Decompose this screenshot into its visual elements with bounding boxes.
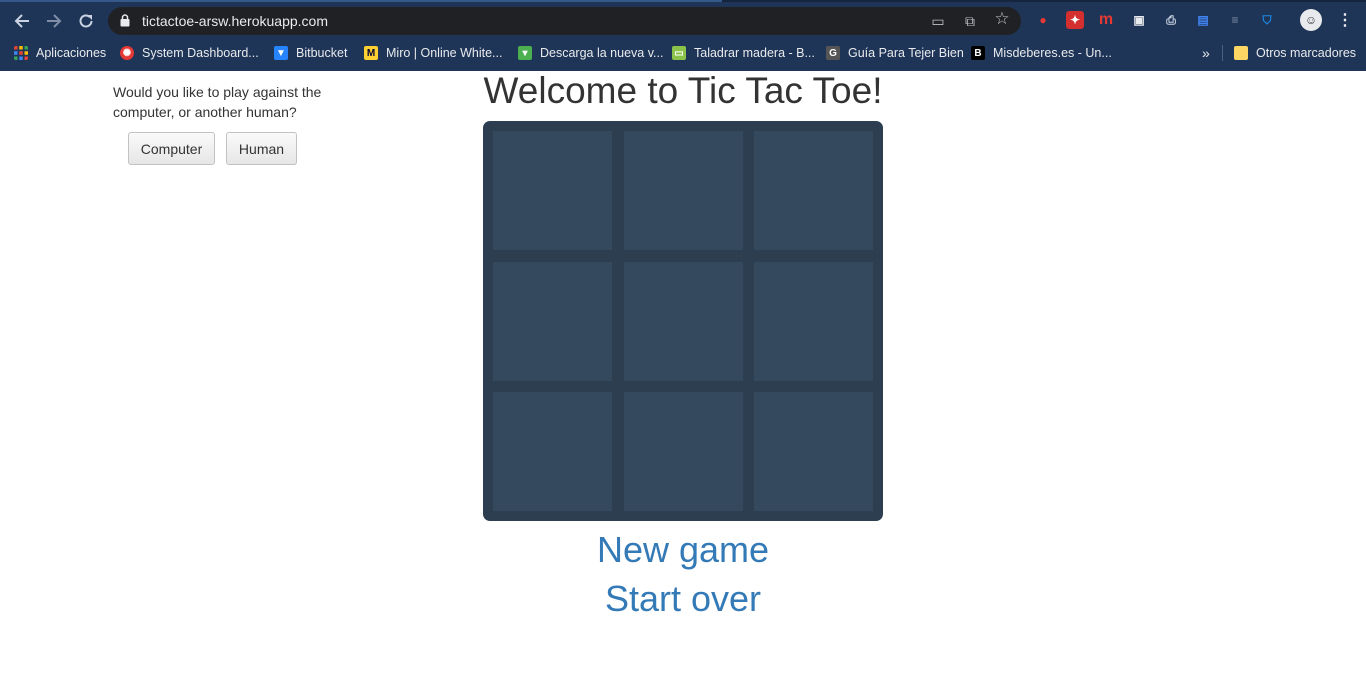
game-board	[483, 121, 883, 521]
profile-avatar[interactable]: ☺	[1300, 9, 1322, 31]
forward-button[interactable]	[42, 9, 66, 33]
board-cell-7[interactable]	[493, 392, 612, 511]
b-icon: B	[971, 46, 985, 60]
doc-extension-icon[interactable]: ▤	[1194, 11, 1212, 29]
bookmarks-bar: Aplicaciones ✺ System Dashboard... ▼ Bit…	[0, 41, 1366, 65]
shield-extension-icon[interactable]: ⛉	[1258, 11, 1276, 29]
bookmark-bitbucket[interactable]: ▼ Bitbucket	[274, 44, 347, 62]
address-bar[interactable]: tictactoe-arsw.herokuapp.com ▭ ⧉ ☆	[108, 7, 1021, 35]
bookmark-label: Misdeberes.es - Un...	[993, 46, 1112, 60]
bookmark-label: Miro | Online White...	[386, 46, 503, 60]
menu-extension-icon[interactable]: ≡	[1226, 11, 1244, 29]
bookmark-label: System Dashboard...	[142, 46, 259, 60]
apps-grid-icon	[14, 46, 28, 60]
reload-button[interactable]	[74, 9, 98, 33]
bookmark-label: Descarga la nueva v...	[540, 46, 664, 60]
pin-extension-icon[interactable]: ✦	[1066, 11, 1084, 29]
bookmark-label: Aplicaciones	[36, 46, 107, 60]
board-cell-6[interactable]	[754, 262, 873, 381]
human-button[interactable]: Human	[226, 132, 297, 165]
bookmark-descarga[interactable]: ▾ Descarga la nueva v...	[518, 44, 663, 62]
lock-icon	[120, 14, 130, 27]
printer-extension-icon[interactable]: ⎙	[1162, 11, 1180, 29]
forward-arrow-icon	[47, 14, 62, 28]
start-over-link[interactable]: Start over	[0, 578, 1366, 620]
board-cell-3[interactable]	[754, 131, 873, 250]
bookmark-taladrar[interactable]: ▭ Taladrar madera - B...	[672, 44, 815, 62]
board-cell-9[interactable]	[754, 392, 873, 511]
download-icon: ▾	[518, 46, 532, 60]
adblock-extension-icon[interactable]: ●	[1034, 11, 1052, 29]
bookmark-label: Otros marcadores	[1256, 46, 1357, 60]
tv-icon: ▭	[672, 46, 686, 60]
cast-icon[interactable]: ▭	[930, 13, 946, 29]
bookmark-guia[interactable]: G Guía Para Tejer Bien	[826, 44, 964, 62]
bookmark-apps[interactable]: Aplicaciones	[14, 44, 106, 62]
miro-icon: M	[364, 46, 378, 60]
folder-icon	[1234, 46, 1248, 60]
board-cell-5[interactable]	[624, 262, 743, 381]
url-text: tictactoe-arsw.herokuapp.com	[142, 13, 328, 29]
bookmark-label: Taladrar madera - B...	[694, 46, 815, 60]
bookmark-other[interactable]: Otros marcadores	[1234, 44, 1356, 62]
browser-chrome: tictactoe-arsw.herokuapp.com ▭ ⧉ ☆ ● ✦ m…	[0, 0, 1366, 71]
dashboard-icon: ✺	[120, 46, 134, 60]
active-tab-edge	[0, 0, 722, 2]
computer-button[interactable]: Computer	[128, 132, 215, 165]
reload-icon	[79, 14, 93, 28]
translate-icon[interactable]: ⧉	[962, 13, 978, 29]
bitbucket-icon: ▼	[274, 46, 288, 60]
g-icon: G	[826, 46, 840, 60]
window-extension-icon[interactable]: ▣	[1130, 11, 1148, 29]
board-cell-8[interactable]	[624, 392, 743, 511]
more-bookmarks-button[interactable]: »	[1202, 44, 1210, 62]
page-title: Welcome to Tic Tac Toe!	[483, 70, 883, 111]
bookmarks-divider	[1222, 45, 1223, 61]
bookmark-misdeberes[interactable]: B Misdeberes.es - Un...	[971, 44, 1112, 62]
back-button[interactable]	[10, 9, 34, 33]
kebab-menu-icon[interactable]: ⋮	[1336, 11, 1354, 29]
board-cell-2[interactable]	[624, 131, 743, 250]
new-game-link[interactable]: New game	[0, 529, 1366, 571]
board-cell-4[interactable]	[493, 262, 612, 381]
bookmark-star-icon[interactable]: ☆	[994, 9, 1010, 28]
bookmark-label: Guía Para Tejer Bien	[848, 46, 964, 60]
back-arrow-icon	[14, 14, 29, 28]
tab-strip	[0, 0, 1366, 2]
bookmark-label: Bitbucket	[296, 46, 348, 60]
bookmark-miro[interactable]: M Miro | Online White...	[364, 44, 502, 62]
board-cell-1[interactable]	[493, 131, 612, 250]
m-extension-icon[interactable]: m	[1097, 11, 1115, 29]
bookmark-system-dashboard[interactable]: ✺ System Dashboard...	[120, 44, 259, 62]
